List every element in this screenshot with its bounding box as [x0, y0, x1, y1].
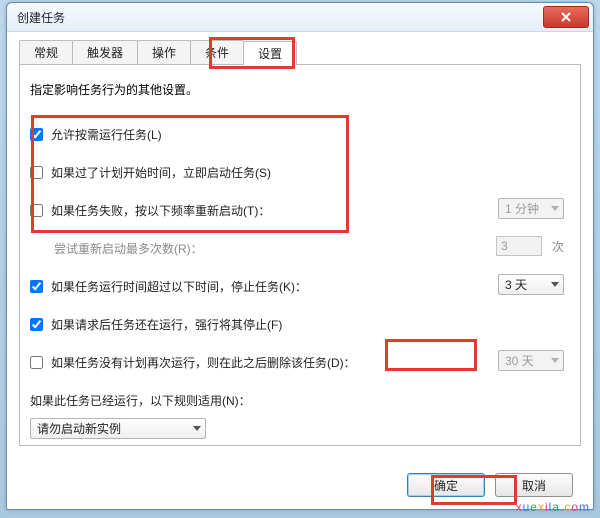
chevron-down-icon: [551, 206, 559, 211]
dropdown-restart-interval[interactable]: 1 分钟: [498, 198, 564, 219]
checkbox-allow-demand[interactable]: [30, 128, 43, 141]
dropdown-delete-after[interactable]: 30 天: [498, 350, 564, 371]
close-button[interactable]: [543, 6, 589, 28]
label-stop-if-long: 如果任务运行时间超过以下时间，停止任务(K)：: [51, 278, 307, 295]
cancel-button[interactable]: 取消: [495, 473, 573, 497]
dropdown-restart-interval-value: 1 分钟: [505, 200, 539, 217]
label-allow-demand: 允许按需运行任务(L): [51, 126, 162, 143]
label-force-stop: 如果请求后任务还在运行，强行将其停止(F): [51, 316, 282, 333]
input-retry-count: [496, 236, 542, 256]
create-task-window: 创建任务 常规 触发器 操作 条件 设置 指定影响任务行为的其他设置。 允许按需…: [6, 2, 594, 510]
label-run-asap: 如果过了计划开始时间，立即启动任务(S): [51, 164, 271, 181]
row-force-stop: 如果请求后任务还在运行，强行将其停止(F): [30, 314, 574, 334]
chevron-down-icon: [551, 358, 559, 363]
ok-button[interactable]: 确定: [407, 473, 485, 497]
row-delete-if-unscheduled: 如果任务没有计划再次运行，则在此之后删除该任务(D)： 30 天: [30, 352, 574, 372]
titlebar: 创建任务: [7, 3, 593, 32]
row-run-asap: 如果过了计划开始时间，立即启动任务(S): [30, 162, 574, 182]
checkbox-delete-if-unscheduled[interactable]: [30, 356, 43, 369]
row-retry-count: 尝试重新启动最多次数(R)： 次: [54, 238, 574, 258]
tab-triggers[interactable]: 触发器: [72, 40, 138, 64]
row-stop-if-long: 如果任务运行时间超过以下时间，停止任务(K)： 3 天: [30, 276, 574, 296]
row-restart-on-fail: 如果任务失败，按以下频率重新启动(T)： 1 分钟: [30, 200, 574, 220]
label-retry-suffix: 次: [552, 238, 564, 255]
checkbox-run-asap[interactable]: [30, 166, 43, 179]
chevron-down-icon: [551, 282, 559, 287]
window-title: 创建任务: [17, 9, 65, 26]
settings-intro: 指定影响任务行为的其他设置。: [30, 81, 574, 98]
label-if-running: 如果此任务已经运行，以下规则适用(N)：: [30, 392, 251, 409]
label-restart-on-fail: 如果任务失败，按以下频率重新启动(T)：: [51, 202, 270, 219]
dialog-buttons: 确定 取消: [407, 473, 573, 497]
dropdown-stop-duration[interactable]: 3 天: [498, 274, 564, 295]
dropdown-delete-after-value: 30 天: [505, 352, 534, 369]
dropdown-stop-duration-value: 3 天: [505, 276, 527, 293]
close-icon: [561, 12, 571, 22]
row-if-running-label: 如果此任务已经运行，以下规则适用(N)：: [30, 390, 574, 410]
tab-bar: 常规 触发器 操作 条件 设置: [19, 40, 581, 65]
tab-settings[interactable]: 设置: [243, 41, 297, 65]
chevron-down-icon: [193, 426, 201, 431]
row-allow-demand: 允许按需运行任务(L): [30, 124, 574, 144]
tab-conditions[interactable]: 条件: [190, 40, 244, 64]
settings-panel: 指定影响任务行为的其他设置。 允许按需运行任务(L) 如果过了计划开始时间，立即…: [19, 65, 581, 446]
checkbox-stop-if-long[interactable]: [30, 280, 43, 293]
content-area: 常规 触发器 操作 条件 设置 指定影响任务行为的其他设置。 允许按需运行任务(…: [7, 32, 593, 460]
tab-general[interactable]: 常规: [19, 40, 73, 64]
dropdown-if-running-rule[interactable]: 请勿启动新实例: [30, 418, 206, 439]
tab-actions[interactable]: 操作: [137, 40, 191, 64]
label-retry-count: 尝试重新启动最多次数(R)：: [54, 240, 203, 257]
label-delete-if-unscheduled: 如果任务没有计划再次运行，则在此之后删除该任务(D)：: [51, 354, 356, 371]
checkbox-restart-on-fail[interactable]: [30, 204, 43, 217]
dropdown-if-running-value: 请勿启动新实例: [37, 420, 121, 437]
checkbox-force-stop[interactable]: [30, 318, 43, 331]
